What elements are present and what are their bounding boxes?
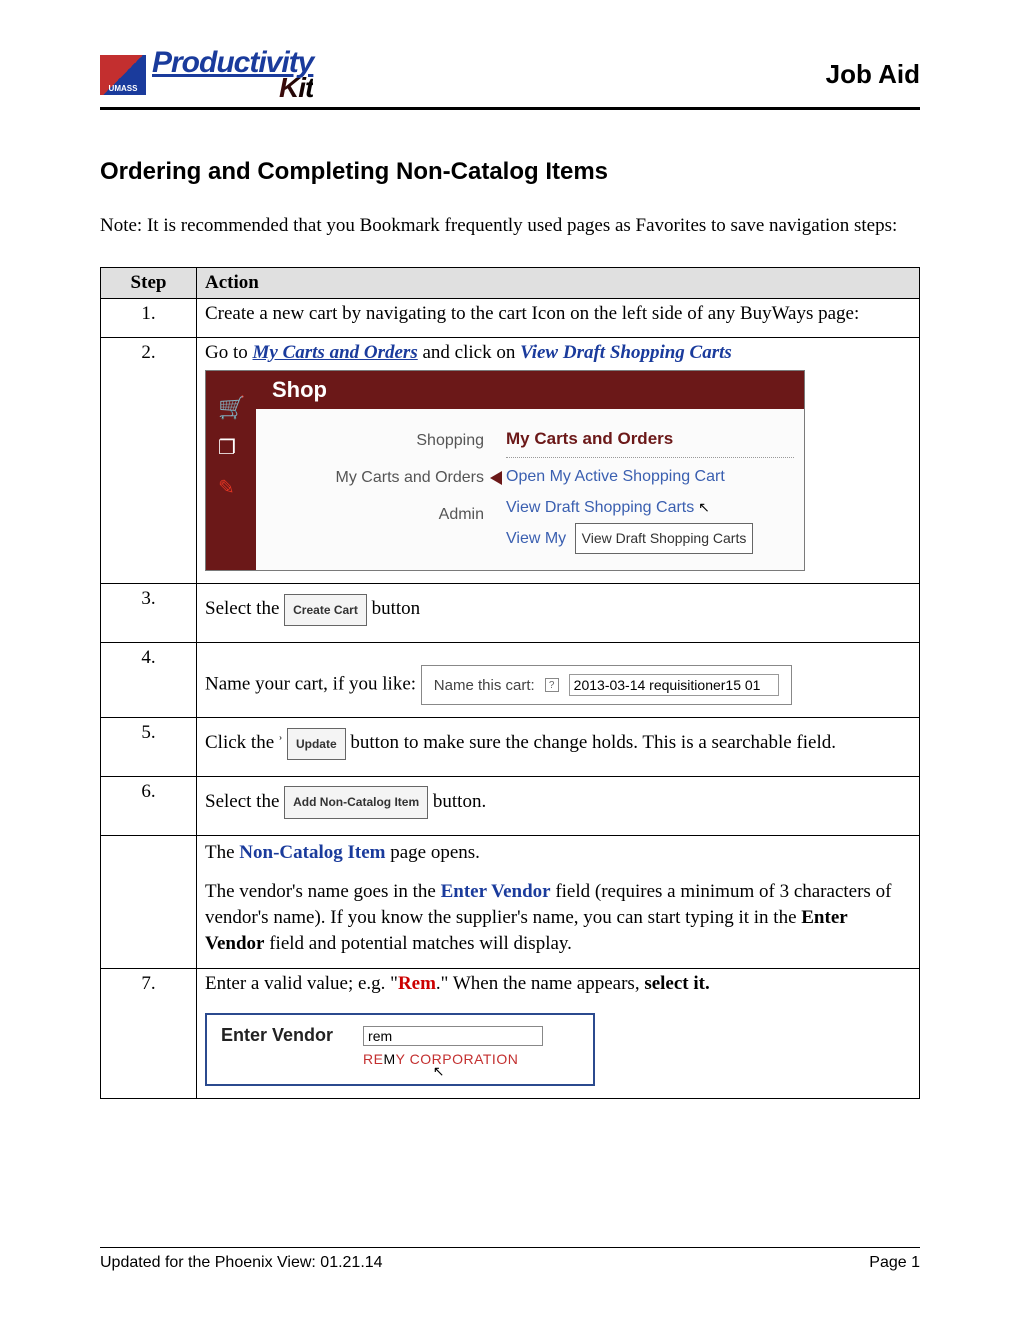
text: field and potential matches will display… <box>264 933 571 954</box>
table-row: 3. Select the Create Cart button <box>101 584 920 643</box>
step-number: 1. <box>101 298 197 337</box>
submenu-view-my[interactable]: View My <box>506 530 566 547</box>
step-action: Click the › Update button to make sure t… <box>197 718 920 777</box>
submenu-header: My Carts and Orders <box>506 423 794 458</box>
step-action: The Non-Catalog Item page opens. The ven… <box>197 835 920 969</box>
text: button to make sure the change holds. Th… <box>350 732 836 753</box>
vendor-input[interactable] <box>363 1026 543 1046</box>
footer-updated: Updated for the Phoenix View: 01.21.14 <box>100 1254 383 1272</box>
shop-header: Shop <box>256 371 804 409</box>
cursor-icon: ↖ <box>433 1063 445 1079</box>
note-text: Note: It is recommended that you Bookmar… <box>100 214 920 239</box>
menu-right: My Carts and Orders Open My Active Shopp… <box>506 423 794 554</box>
text: button <box>372 598 421 619</box>
cart-icon[interactable]: 🛒 <box>218 395 244 417</box>
step-action: Select the Add Non-Catalog Item button. <box>197 777 920 836</box>
step-number: 5. <box>101 718 197 777</box>
menu-left: Shopping My Carts and Orders Admin <box>256 423 506 554</box>
vendor-suggestion[interactable]: REMY CORPORATION ↖ <box>363 1051 579 1068</box>
cart-name-input[interactable] <box>569 674 779 696</box>
submenu-open-active-cart[interactable]: Open My Active Shopping Cart <box>506 468 725 485</box>
step-number: 4. <box>101 643 197 718</box>
link-my-carts: My Carts and Orders <box>253 342 418 363</box>
page-header: UMASS Productivity Kit Job Aid <box>100 50 920 110</box>
text-bold: Enter Vendor <box>441 881 551 902</box>
text: Select the <box>205 791 284 812</box>
step-number <box>101 835 197 969</box>
table-row: 6. Select the Add Non-Catalog Item butto… <box>101 777 920 836</box>
umass-logo-icon: UMASS <box>100 55 146 95</box>
table-row: The Non-Catalog Item page opens. The ven… <box>101 835 920 969</box>
step-action: Go to My Carts and Orders and click on V… <box>197 337 920 583</box>
cursor-icon: ↖ <box>694 499 710 515</box>
tooltip: View Draft Shopping Carts <box>575 523 754 554</box>
table-row: 1. Create a new cart by navigating to th… <box>101 298 920 337</box>
update-button[interactable]: Update <box>287 728 346 760</box>
name-cart-label: Name this cart: <box>434 677 535 694</box>
text: The <box>205 842 239 863</box>
text: Click the <box>205 732 274 753</box>
text: button. <box>433 791 486 812</box>
add-non-catalog-item-button[interactable]: Add Non-Catalog Item <box>284 786 428 818</box>
table-row: 5. Click the › Update button to make sur… <box>101 718 920 777</box>
page-footer: Updated for the Phoenix View: 01.21.14 P… <box>100 1247 920 1272</box>
text-bold: select it. <box>644 973 709 994</box>
menu-item-shopping[interactable]: Shopping <box>256 423 484 460</box>
footer-page: Page 1 <box>869 1254 920 1272</box>
text: ." When the name appears, <box>436 973 644 994</box>
enter-vendor-label: Enter Vendor <box>221 1025 333 1046</box>
menu-item-admin[interactable]: Admin <box>256 497 484 534</box>
logo-text-bottom: Kit <box>152 76 313 100</box>
step-number: 2. <box>101 337 197 583</box>
submenu-view-draft-carts[interactable]: View Draft Shopping Carts <box>506 499 694 516</box>
step-action: Name your cart, if you like: Name this c… <box>197 643 920 718</box>
text: Enter a valid value; e.g. " <box>205 973 398 994</box>
step-number: 7. <box>101 969 197 1099</box>
col-action: Action <box>197 267 920 298</box>
shop-menu-screenshot: 🛒 ❐ ✎ Shop Shopping My Carts and Orders … <box>205 370 805 571</box>
link-draft-carts: View Draft Shopping Carts <box>520 342 732 363</box>
text-red: Rem <box>398 973 436 994</box>
step-action: Select the Create Cart button <box>197 584 920 643</box>
step-action: Enter a valid value; e.g. "Rem." When th… <box>197 969 920 1099</box>
table-row: 4. Name your cart, if you like: Name thi… <box>101 643 920 718</box>
col-step: Step <box>101 267 197 298</box>
edit-icon[interactable]: ✎ <box>218 475 244 497</box>
logo-block: UMASS Productivity Kit <box>100 50 313 99</box>
text: The vendor's name goes in the <box>205 881 441 902</box>
table-row: 2. Go to My Carts and Orders and click o… <box>101 337 920 583</box>
steps-table: Step Action 1. Create a new cart by navi… <box>100 267 920 1099</box>
text: Go to <box>205 342 253 363</box>
enter-vendor-box: Enter Vendor REMY CORPORATION ↖ <box>205 1013 595 1086</box>
sidebar: 🛒 ❐ ✎ <box>206 371 256 570</box>
arrow-icon <box>490 471 502 485</box>
table-row: 7. Enter a valid value; e.g. "Rem." When… <box>101 969 920 1099</box>
step-action: Create a new cart by navigating to the c… <box>197 298 920 337</box>
text: Select the <box>205 598 284 619</box>
text: and click on <box>418 342 520 363</box>
step-number: 3. <box>101 584 197 643</box>
text-bold: Non-Catalog Item <box>239 842 385 863</box>
job-aid-label: Job Aid <box>826 59 920 90</box>
documents-icon[interactable]: ❐ <box>218 435 244 457</box>
page-title: Ordering and Completing Non-Catalog Item… <box>100 158 920 186</box>
create-cart-button[interactable]: Create Cart <box>284 594 367 626</box>
text: Name your cart, if you like: <box>205 674 416 695</box>
menu-item-my-carts[interactable]: My Carts and Orders <box>256 460 484 497</box>
name-cart-box: Name this cart: ? <box>421 665 792 705</box>
help-icon[interactable]: ? <box>545 678 559 692</box>
step-number: 6. <box>101 777 197 836</box>
text: page opens. <box>385 842 479 863</box>
